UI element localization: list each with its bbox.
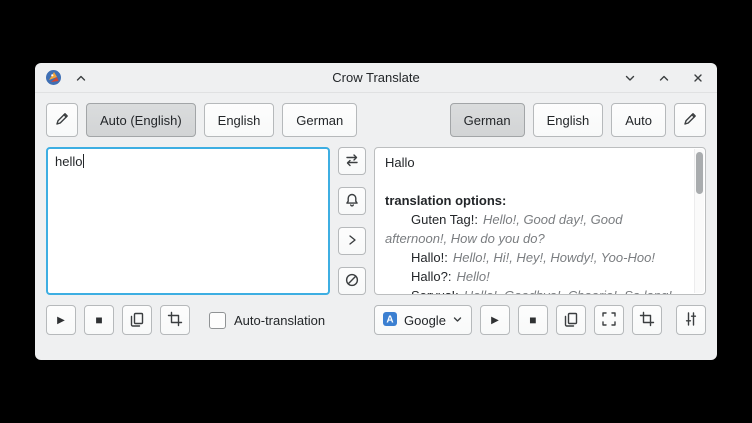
copy-source-button[interactable] [122, 305, 152, 335]
titlebar[interactable]: Crow Translate [35, 63, 717, 93]
translation-main: Hallo [385, 153, 687, 172]
crow-translate-window: Crow Translate Auto (English) English Ge… [35, 63, 717, 360]
language-toolbar: Auto (English) English German German Eng… [46, 103, 706, 137]
source-lang-auto-button[interactable]: Auto (English) [86, 103, 196, 137]
minimize-button[interactable] [621, 69, 639, 87]
copy-icon [563, 311, 579, 330]
option-meanings: Hello!, Goodbye!, Cheerio!, So long! [464, 288, 672, 295]
translation-option: Servus!: Hello!, Goodbye!, Cheerio!, So l… [385, 286, 687, 295]
play-icon: ▶ [491, 315, 499, 326]
speak-button[interactable] [338, 187, 366, 215]
copy-icon [129, 311, 145, 330]
main-content: hello [46, 147, 706, 335]
stop-source-button[interactable]: ■ [84, 305, 114, 335]
engine-label: Google [404, 313, 446, 328]
maximize-button[interactable] [655, 69, 673, 87]
window-title: Crow Translate [35, 70, 717, 85]
target-lang-auto-button[interactable]: Auto [611, 103, 666, 137]
source-text: hello [55, 154, 82, 169]
stop-icon: ■ [529, 313, 536, 327]
option-meanings: Hello! [456, 269, 489, 284]
source-controls: ▶ ■ Auto-translation [46, 305, 366, 335]
play-source-button[interactable]: ▶ [46, 305, 76, 335]
option-term: Servus!: [411, 288, 459, 295]
middle-button-column [338, 147, 366, 295]
option-term: Hallo!: [411, 250, 448, 265]
translation-option: Hallo?: Hello! [385, 267, 687, 286]
pencil-icon [682, 111, 698, 130]
auto-translation-label: Auto-translation [234, 313, 325, 328]
scrollbar[interactable] [694, 149, 704, 293]
auto-translation-checkbox[interactable] [209, 312, 226, 329]
engine-selector[interactable]: A Google [374, 305, 472, 335]
cancel-button[interactable] [338, 267, 366, 295]
keep-above-button[interactable] [72, 69, 90, 87]
swap-icon [344, 152, 360, 171]
target-language-group: German English Auto [450, 103, 706, 137]
select-area-button[interactable] [160, 305, 190, 335]
source-text-area[interactable]: hello [46, 147, 330, 295]
play-icon: ▶ [57, 315, 65, 326]
blank-line [385, 172, 687, 191]
bell-icon [344, 192, 360, 211]
option-term: Guten Tag!: [411, 212, 478, 227]
stop-translation-button[interactable]: ■ [518, 305, 548, 335]
chevron-right-icon [344, 232, 360, 251]
translate-button[interactable] [338, 227, 366, 255]
tune-button[interactable] [676, 305, 706, 335]
source-language-group: Auto (English) English German [46, 103, 357, 137]
expand-window-button[interactable] [594, 305, 624, 335]
copy-translation-button[interactable] [556, 305, 586, 335]
edit-source-languages-button[interactable] [46, 103, 78, 137]
chevron-down-icon [452, 313, 463, 328]
pencil-icon [54, 111, 70, 130]
crop-icon [167, 311, 183, 330]
option-meanings: Hello!, Hi!, Hey!, Howdy!, Yoo-Hoo! [453, 250, 655, 265]
edit-target-languages-button[interactable] [674, 103, 706, 137]
select-area-translate-button[interactable] [632, 305, 662, 335]
translation-pane[interactable]: Hallo translation options: Guten Tag!:He… [374, 147, 706, 295]
app-icon [45, 69, 62, 86]
play-translation-button[interactable]: ▶ [480, 305, 510, 335]
scrollbar-thumb[interactable] [696, 152, 703, 194]
expand-icon [601, 311, 617, 330]
target-controls: A Google ▶ ■ [374, 305, 706, 335]
close-button[interactable] [689, 69, 707, 87]
crop-icon [639, 311, 655, 330]
translate-engine-icon: A [382, 311, 398, 330]
translation-option: Guten Tag!:Hello!, Good day!, Good after… [385, 210, 687, 248]
target-lang-english-button[interactable]: English [533, 103, 604, 137]
stop-icon: ■ [95, 313, 102, 327]
swap-languages-button[interactable] [338, 147, 366, 175]
source-lang-english-button[interactable]: English [204, 103, 275, 137]
target-lang-german-button[interactable]: German [450, 103, 525, 137]
text-cursor [83, 154, 84, 168]
source-lang-german-button[interactable]: German [282, 103, 357, 137]
translation-option: Hallo!: Hello!, Hi!, Hey!, Howdy!, Yoo-Ho… [385, 248, 687, 267]
translation-options-heading: translation options: [385, 191, 687, 210]
cancel-icon [344, 272, 360, 291]
sliders-icon [683, 311, 699, 330]
option-term: Hallo?: [411, 269, 451, 284]
svg-text:A: A [386, 314, 393, 325]
